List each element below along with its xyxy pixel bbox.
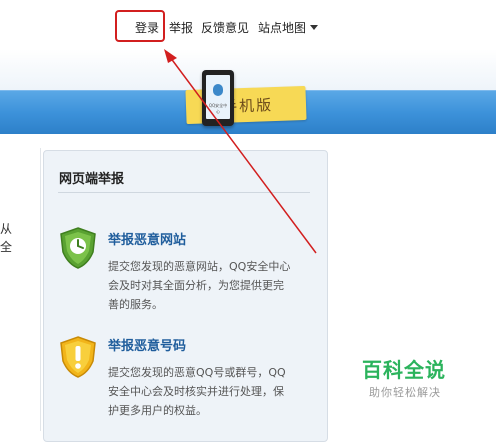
annotation-arrow: [164, 49, 317, 254]
